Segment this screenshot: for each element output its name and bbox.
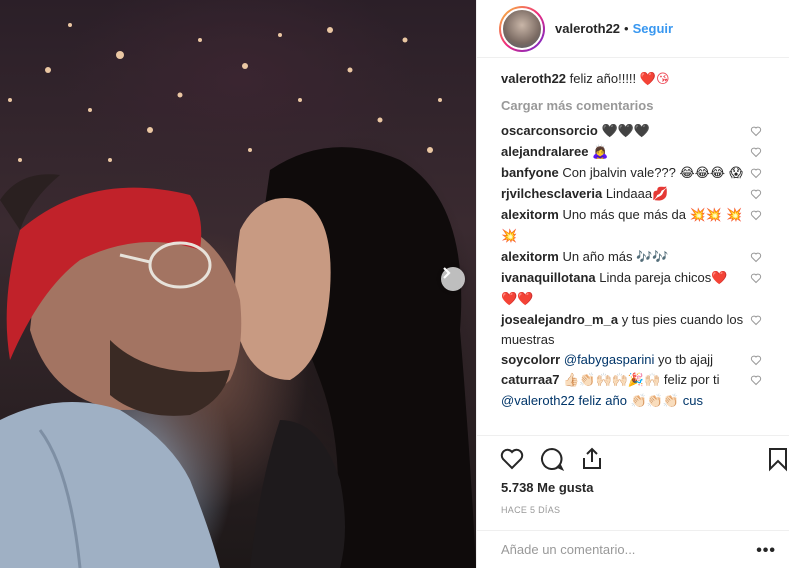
header-username[interactable]: valeroth22 — [555, 21, 620, 36]
comment-item: caturraa7 👍🏻👏🏻🙌🏻🙌🏻🎉🙌🏻 feliz por ti @vale… — [501, 370, 766, 411]
comment-text: Lindaaa — [605, 186, 653, 201]
share-upload-icon[interactable] — [579, 446, 605, 472]
comment-username[interactable]: ivanaquillotana — [501, 270, 596, 285]
likes-count[interactable]: 5.738 Me gusta — [501, 480, 594, 495]
comment-like-heart-icon[interactable] — [750, 374, 762, 386]
comment-username[interactable]: alejandralaree — [501, 144, 588, 159]
comment-username[interactable]: oscarconsorcio — [501, 123, 598, 138]
comment-emojis: 🙇‍♀️ — [592, 145, 609, 160]
comment-like-heart-icon[interactable] — [750, 125, 762, 137]
comment-bubble-icon[interactable] — [539, 446, 565, 472]
post-header: valeroth22 • Seguir — [477, 0, 789, 58]
comment-like-heart-icon[interactable] — [750, 354, 762, 366]
comment-like-heart-icon[interactable] — [750, 188, 762, 200]
bookmark-icon[interactable] — [765, 446, 789, 472]
load-more-comments-button[interactable]: Cargar más comentarios — [501, 97, 766, 115]
comment-like-heart-icon[interactable] — [750, 272, 762, 284]
comment-item: oscarconsorcio 🖤🖤🖤 — [501, 121, 766, 142]
caption-text: feliz año!!!!! — [569, 71, 637, 86]
more-options-button[interactable]: ••• — [756, 542, 776, 560]
comment-like-heart-icon[interactable] — [750, 146, 762, 158]
comment-item: rjvilchesclaveria Lindaaa💋 — [501, 184, 766, 205]
comment-mention-link[interactable]: @fabygasparini — [564, 352, 655, 367]
follow-button[interactable]: Seguir — [633, 21, 673, 36]
comment-text: yo tb ajajj — [658, 352, 713, 367]
comment-like-heart-icon[interactable] — [750, 209, 762, 221]
comment-like-heart-icon[interactable] — [750, 314, 762, 326]
comment-item: alexitorm Un año más 🎶🎶 — [501, 247, 766, 268]
comment-emojis: 👍🏻👏🏻🙌🏻🙌🏻🎉🙌🏻 — [563, 373, 661, 388]
add-comment-input[interactable] — [501, 542, 741, 557]
comment-overflow-text: @valeroth22 feliz año 👏🏻👏🏻👏🏻 cus — [501, 393, 703, 408]
caption-username[interactable]: valeroth22 — [501, 71, 566, 86]
post-photo[interactable] — [0, 0, 476, 568]
comment-item: josealejandro_m_a y tus pies cuando los … — [501, 310, 766, 350]
caption-emojis: ❤️😘 — [639, 72, 670, 87]
comment-text: feliz por ti — [663, 372, 720, 387]
comment-username[interactable]: alexitorm — [501, 207, 559, 222]
comment-emojis: 🎶🎶 — [636, 250, 669, 265]
carousel-next-button[interactable] — [441, 267, 465, 291]
comment-emojis: 💋 — [652, 187, 669, 202]
comment-username[interactable]: alexitorm — [501, 249, 559, 264]
comment-emojis: 😂😂😂 😱 — [679, 166, 743, 181]
heart-outline-icon[interactable] — [499, 446, 525, 472]
comment-username[interactable]: soycolorr — [501, 352, 560, 367]
comment-username[interactable]: rjvilchesclaveria — [501, 186, 602, 201]
add-comment-bar: ••• — [477, 530, 789, 568]
comment-item: soycolorr @fabygasparini yo tb ajajj — [501, 350, 766, 370]
avatar[interactable] — [499, 5, 545, 52]
post-timestamp: HACE 5 DÍAS — [501, 505, 561, 515]
comment-like-heart-icon[interactable] — [750, 251, 762, 263]
photo-illustration — [0, 23, 476, 568]
comment-item: banfyone Con jbalvin vale??? 😂😂😂 😱 — [501, 163, 766, 184]
post-actions-bar — [477, 435, 789, 475]
comment-emojis: 🖤🖤🖤 — [601, 124, 651, 139]
caption: valeroth22 feliz año!!!!! ❤️😘 — [501, 70, 766, 89]
header-separator: • — [624, 21, 629, 36]
comment-username[interactable]: josealejandro_m_a — [501, 312, 618, 327]
chevron-right-icon — [443, 267, 451, 279]
comment-text: Con jbalvin vale??? — [562, 165, 676, 180]
comment-item: ivanaquillotana Linda pareja chicos❤️ ❤️… — [501, 268, 766, 310]
comments-list[interactable]: valeroth22 feliz año!!!!! ❤️😘 Cargar más… — [477, 58, 789, 435]
comment-text: Uno más que más da — [562, 207, 687, 222]
comment-text: Linda pareja chicos — [599, 270, 712, 285]
comment-like-heart-icon[interactable] — [750, 167, 762, 179]
comment-item: alexitorm Uno más que más da 💥💥 💥💥 — [501, 205, 766, 247]
comment-username[interactable]: banfyone — [501, 165, 559, 180]
comment-username[interactable]: caturraa7 — [501, 372, 560, 387]
post-sidebar: valeroth22 • Seguir valeroth22 feliz año… — [476, 0, 789, 568]
comment-item: alejandralaree 🙇‍♀️ — [501, 142, 766, 163]
comment-text: Un año más — [562, 249, 633, 264]
